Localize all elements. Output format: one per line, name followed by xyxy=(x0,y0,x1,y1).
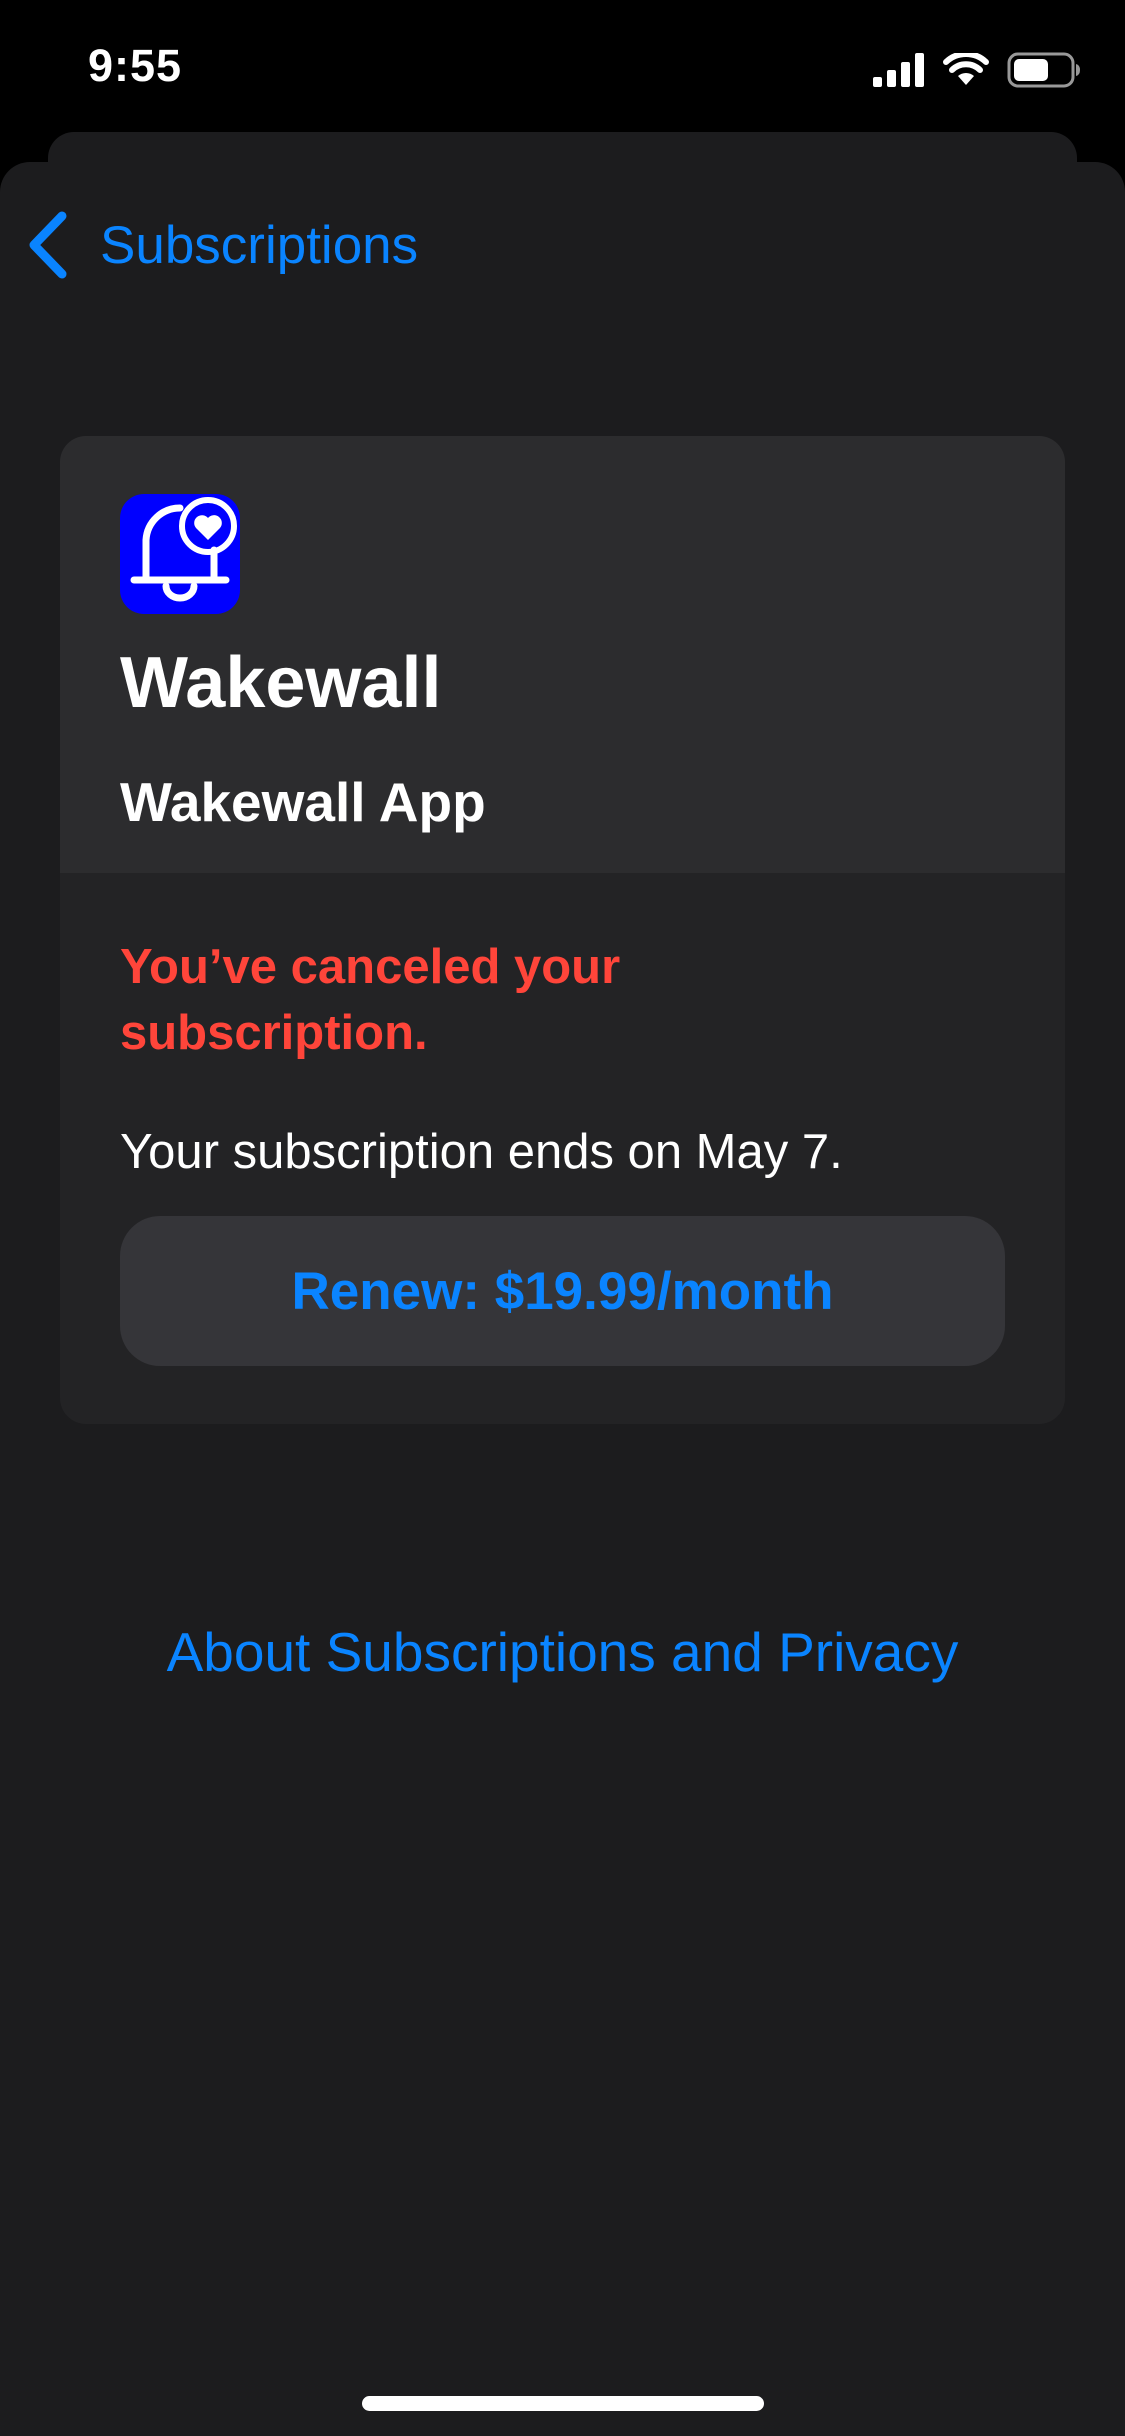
about-subscriptions-privacy-link[interactable]: About Subscriptions and Privacy xyxy=(0,1620,1125,1684)
cellular-signal-icon xyxy=(873,53,924,87)
cancellation-status: You’ve canceled your subscription. xyxy=(120,940,621,1060)
chevron-left-icon xyxy=(29,211,67,279)
renew-button[interactable]: Renew: $19.99/month xyxy=(120,1216,1005,1366)
status-time: 9:55 xyxy=(88,40,183,91)
app-name: Wakewall xyxy=(120,643,442,723)
status-bar: 9:55 xyxy=(0,0,1125,130)
back-button[interactable]: Subscriptions xyxy=(26,205,418,285)
battery-icon xyxy=(1007,52,1080,88)
back-button-label: Subscriptions xyxy=(100,215,419,275)
subscription-card: Wakewall Wakewall App You’ve canceled yo… xyxy=(60,436,1065,1424)
home-indicator[interactable] xyxy=(362,2396,764,2411)
wifi-icon xyxy=(943,53,989,85)
bell-heart-icon xyxy=(120,494,240,614)
subscription-end-date: Your subscription ends on May 7. xyxy=(120,1125,843,1179)
plan-name: Wakewall App xyxy=(120,771,486,833)
status-icons xyxy=(873,50,1081,90)
